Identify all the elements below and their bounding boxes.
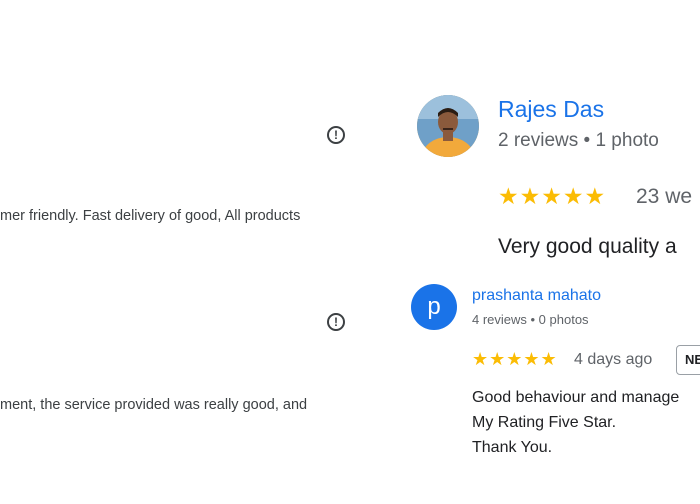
report-icon[interactable]: ! (327, 313, 345, 331)
review-text: mer friendly. Fast delivery of good, All… (0, 208, 301, 224)
avatar[interactable]: p (411, 284, 457, 330)
review-text-line: Thank You. (472, 439, 553, 456)
new-badge: NE (676, 345, 700, 375)
report-icon[interactable]: ! (327, 126, 345, 144)
user-photo-icon (417, 95, 479, 157)
review-time: 23 we (636, 185, 693, 208)
review-text: Very good quality a (498, 235, 677, 258)
star-rating: ★★★★★ (498, 183, 607, 209)
reviewer-meta: 2 reviews • 1 photo (498, 130, 659, 151)
review-text-line: My Rating Five Star. (472, 414, 617, 431)
avatar[interactable] (417, 95, 479, 157)
star-rating: ★★★★★ (472, 349, 558, 369)
review-text-line: Good behaviour and manage (472, 389, 680, 406)
reviewer-name[interactable]: prashanta mahato (472, 287, 601, 305)
review-text: ment, the service provided was really go… (0, 397, 308, 413)
reviewer-name[interactable]: Rajes Das (498, 96, 604, 123)
review-time: 4 days ago (574, 351, 653, 368)
reviewer-meta: 4 reviews • 0 photos (472, 312, 589, 327)
